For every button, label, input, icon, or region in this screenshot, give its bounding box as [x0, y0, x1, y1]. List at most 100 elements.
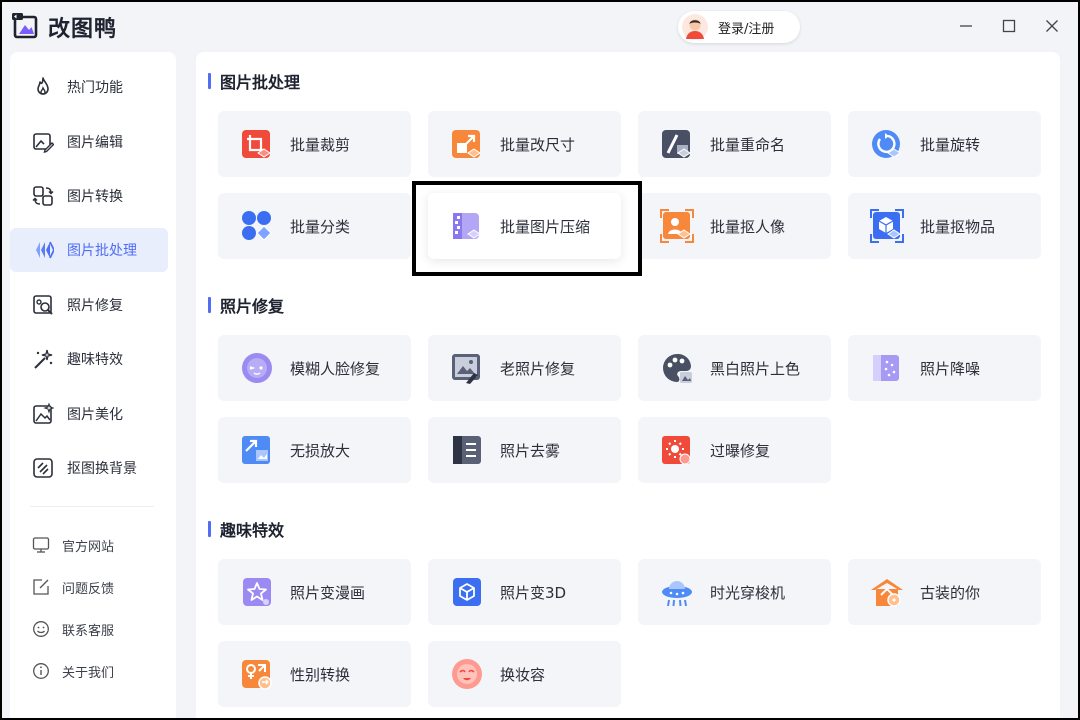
footer-item-label: 问题反馈 [62, 581, 115, 597]
close-icon [1046, 20, 1058, 32]
sidebar-item-hot-features[interactable]: 热门功能 [10, 65, 168, 109]
card-label: 性别转换 [290, 665, 351, 684]
ancient-costume-icon [870, 575, 904, 609]
footer-item-about-us[interactable]: 关于我们 [10, 656, 168, 686]
card-batch-portrait-cutout[interactable]: 批量抠人像 [638, 193, 831, 259]
convert-icon [32, 185, 54, 207]
photo-repair-icon [32, 294, 54, 316]
sidebar-item-label: 抠图换背景 [67, 461, 137, 477]
sidebar-item-label: 照片修复 [67, 298, 123, 314]
card-label: 批量抠人像 [710, 217, 786, 236]
login-label: 登录/注册 [718, 21, 775, 37]
card-label: 古装的你 [920, 583, 981, 602]
minimize-button[interactable] [954, 14, 978, 38]
card-label: 照片去雾 [500, 441, 561, 460]
sidebar-item-label: 趣味特效 [67, 352, 123, 368]
cartoon-icon [240, 575, 274, 609]
card-dehaze[interactable]: 照片去雾 [428, 417, 621, 483]
section-accent-bar [208, 521, 211, 537]
sidebar-item-label: 图片转换 [67, 189, 123, 205]
card-label: 模糊人脸修复 [290, 359, 381, 378]
card-label: 照片变漫画 [290, 583, 366, 602]
card-label: 批量裁剪 [290, 135, 351, 154]
card-photo-to-cartoon[interactable]: 照片变漫画 [218, 559, 411, 625]
sidebar-item-image-beautify[interactable]: 图片美化 [10, 392, 168, 436]
footer-item-official-website[interactable]: 官方网站 [10, 530, 168, 560]
card-batch-rename[interactable]: 批量重命名 [638, 111, 831, 177]
card-label: 时光穿梭机 [710, 583, 786, 602]
overexposure-icon [660, 433, 694, 467]
footer-item-label: 关于我们 [62, 665, 115, 681]
minimize-icon [960, 25, 972, 27]
section-accent-bar [208, 297, 211, 313]
footer-item-customer-service[interactable]: 联系客服 [10, 614, 168, 644]
card-label: 黑白照片上色 [710, 359, 801, 378]
login-register-button[interactable]: 登录/注册 [678, 11, 800, 43]
makeup-icon [450, 657, 484, 691]
card-batch-rotate[interactable]: 批量旋转 [848, 111, 1041, 177]
card-batch-resize[interactable]: 批量改尺寸 [428, 111, 621, 177]
image-beautify-icon [32, 403, 54, 425]
card-batch-classify[interactable]: 批量分类 [218, 193, 411, 259]
sidebar-item-label: 图片美化 [67, 407, 123, 423]
sidebar-item-image-edit[interactable]: 图片编辑 [10, 120, 168, 164]
section-title-photo-repair: 照片修复 [208, 295, 284, 316]
portrait-cutout-icon [660, 209, 694, 243]
compress-icon [450, 209, 484, 243]
sidebar-item-label: 图片编辑 [67, 135, 123, 151]
magic-wand-icon [32, 348, 54, 370]
card-old-photo-repair[interactable]: 老照片修复 [428, 335, 621, 401]
sidebar: 热门功能 图片编辑 图片转换 图片批处理 照片修复 趣味特效 图片美化 抠图换背… [10, 52, 176, 718]
resize-icon [450, 127, 484, 161]
title-bar: 改图鸭 登录/注册 [2, 2, 1078, 52]
cube-3d-icon [450, 575, 484, 609]
old-photo-icon [450, 351, 484, 385]
sidebar-item-image-convert[interactable]: 图片转换 [10, 174, 168, 218]
card-label: 批量图片压缩 [500, 217, 591, 236]
card-label: 换妆容 [500, 665, 546, 684]
card-batch-crop[interactable]: 批量裁剪 [218, 111, 411, 177]
card-label: 照片降噪 [920, 359, 981, 378]
card-gender-swap[interactable]: 性别转换 [218, 641, 411, 707]
app-name: 改图鸭 [48, 17, 118, 42]
rotate-icon [870, 127, 904, 161]
rename-icon [660, 127, 694, 161]
card-lossless-enlarge[interactable]: 无损放大 [218, 417, 411, 483]
card-overexposure-repair[interactable]: 过曝修复 [638, 417, 831, 483]
sidebar-item-fun-effects[interactable]: 趣味特效 [10, 337, 168, 381]
object-cutout-icon [870, 209, 904, 243]
card-denoise[interactable]: 照片降噪 [848, 335, 1041, 401]
card-label: 批量改尺寸 [500, 135, 576, 154]
card-label: 批量抠物品 [920, 217, 996, 236]
card-batch-compress[interactable]: 批量图片压缩 [428, 193, 621, 259]
maximize-button[interactable] [997, 14, 1021, 38]
image-edit-icon [32, 131, 54, 153]
footer-item-label: 官方网站 [62, 539, 115, 555]
section-title-text: 趣味特效 [220, 521, 285, 540]
gender-swap-icon [240, 657, 274, 691]
classify-icon [240, 209, 274, 243]
crop-icon [240, 127, 274, 161]
close-button[interactable] [1040, 14, 1064, 38]
sidebar-divider [30, 506, 154, 507]
footer-item-feedback[interactable]: 问题反馈 [10, 572, 168, 602]
batch-icon [32, 239, 54, 261]
card-colorize-bw[interactable]: 黑白照片上色 [638, 335, 831, 401]
sidebar-item-cutout-background[interactable]: 抠图换背景 [10, 446, 168, 490]
card-label: 批量分类 [290, 217, 351, 236]
card-makeup-change[interactable]: 换妆容 [428, 641, 621, 707]
card-time-machine[interactable]: 时光穿梭机 [638, 559, 831, 625]
card-face-repair[interactable]: 模糊人脸修复 [218, 335, 411, 401]
app-logo-icon [12, 13, 38, 39]
card-ancient-costume[interactable]: 古装的你 [848, 559, 1041, 625]
edit-icon [32, 578, 50, 596]
sidebar-item-batch-processing[interactable]: 图片批处理 [10, 228, 168, 272]
info-icon [32, 662, 50, 680]
cutout-icon [32, 457, 54, 479]
sidebar-item-photo-repair[interactable]: 照片修复 [10, 283, 168, 327]
time-machine-icon [660, 575, 694, 609]
card-photo-to-3d[interactable]: 照片变3D [428, 559, 621, 625]
monitor-icon [32, 536, 50, 554]
face-repair-icon [240, 351, 274, 385]
card-batch-object-cutout[interactable]: 批量抠物品 [848, 193, 1041, 259]
